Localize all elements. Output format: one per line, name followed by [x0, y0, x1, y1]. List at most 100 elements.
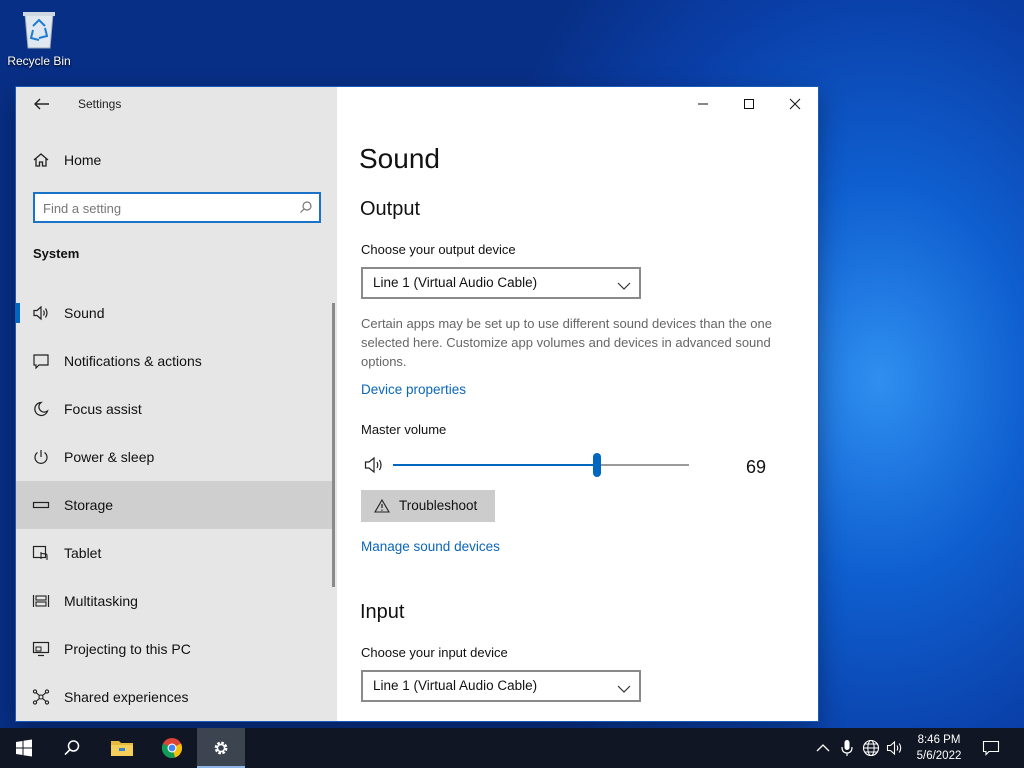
taskbar-clock[interactable]: 8:46 PM 5/6/2022	[912, 732, 966, 764]
maximize-icon	[744, 99, 754, 109]
tablet-icon	[32, 545, 50, 561]
sidebar-item-home[interactable]: Home	[16, 145, 337, 175]
network-tray-button[interactable]	[862, 739, 880, 757]
warning-icon	[374, 498, 390, 518]
moon-icon	[32, 401, 50, 417]
shared-experiences-icon	[32, 689, 50, 705]
projecting-icon	[32, 641, 50, 657]
sidebar-item-label: Multitasking	[64, 593, 138, 609]
storage-icon	[32, 497, 50, 513]
sidebar-item-label: Power & sleep	[64, 449, 155, 465]
volume-value: 69	[746, 457, 767, 477]
volume-tray-button[interactable]	[886, 739, 904, 757]
chevron-down-icon	[617, 278, 631, 296]
output-heading: Output	[360, 198, 421, 220]
sidebar-item-sound[interactable]: Sound	[16, 289, 335, 337]
home-icon	[32, 151, 50, 174]
search-input[interactable]	[43, 198, 283, 218]
volume-slider-fill	[393, 464, 598, 466]
sidebar-item-focus-assist[interactable]: Focus assist	[16, 385, 335, 433]
show-hidden-icons-button[interactable]	[814, 739, 832, 757]
sidebar-item-storage[interactable]: Storage	[16, 481, 335, 529]
sidebar-item-label: Sound	[64, 305, 105, 321]
settings-window: Settings Home System Sound	[16, 87, 818, 721]
sidebar-item-multitasking[interactable]: Multitasking	[16, 577, 335, 625]
speaker-icon	[32, 305, 50, 321]
clock-time: 8:46 PM	[917, 734, 961, 746]
sidebar-nav: Sound Notifications & actions Focus assi…	[16, 289, 337, 721]
search-button[interactable]	[48, 728, 96, 768]
microphone-tray-button[interactable]	[838, 739, 856, 757]
chrome-button[interactable]	[148, 728, 196, 768]
windows-logo-icon	[16, 739, 32, 757]
recycle-bin-label: Recycle Bin	[7, 54, 71, 68]
sidebar-item-label: Projecting to this PC	[64, 641, 191, 657]
input-heading: Input	[360, 601, 405, 623]
folder-icon	[111, 741, 133, 756]
close-button[interactable]	[772, 87, 818, 121]
back-arrow-icon	[34, 98, 49, 110]
speaker-icon[interactable]	[364, 455, 386, 480]
gear-icon	[214, 741, 228, 755]
volume-slider[interactable]	[393, 453, 689, 477]
notification-icon	[982, 740, 1000, 756]
settings-sidebar: Settings Home System Sound	[16, 87, 337, 721]
manage-sound-devices-link[interactable]: Manage sound devices	[361, 539, 500, 554]
notification-icon	[32, 353, 50, 370]
close-icon	[789, 98, 801, 110]
multitasking-icon	[32, 593, 50, 609]
clock-date: 5/6/2022	[916, 750, 962, 762]
troubleshoot-label: Troubleshoot	[399, 498, 478, 513]
sidebar-item-projecting[interactable]: Projecting to this PC	[16, 625, 335, 673]
file-explorer-button[interactable]	[98, 728, 146, 768]
globe-icon	[862, 739, 880, 757]
sidebar-item-label: Home	[64, 152, 102, 168]
sidebar-scrollbar[interactable]	[332, 303, 335, 587]
maximize-button[interactable]	[726, 87, 772, 121]
output-device-label: Choose your output device	[361, 242, 516, 257]
action-center-button[interactable]	[982, 739, 1000, 757]
output-description: Certain apps may be set up to use differ…	[361, 316, 772, 369]
input-device-label: Choose your input device	[361, 645, 508, 660]
page-title: Sound	[359, 143, 440, 174]
minimize-button[interactable]	[680, 87, 726, 121]
search-icon	[64, 740, 80, 756]
chevron-down-icon	[617, 681, 631, 699]
volume-slider-thumb[interactable]	[593, 453, 602, 477]
sound-settings-content: Sound Output Choose your output device L…	[337, 87, 818, 721]
search-icon[interactable]	[299, 200, 313, 219]
recycle-bin-icon	[23, 12, 55, 49]
search-box	[33, 192, 321, 223]
sidebar-item-power-sleep[interactable]: Power & sleep	[16, 433, 335, 481]
output-device-dropdown[interactable]: Line 1 (Virtual Audio Cable)	[361, 267, 641, 299]
speaker-icon	[886, 740, 902, 756]
window-controls	[680, 87, 818, 121]
input-device-dropdown[interactable]: Line 1 (Virtual Audio Cable)	[361, 670, 641, 702]
sidebar-item-label: Notifications & actions	[64, 353, 202, 369]
sidebar-item-label: Focus assist	[64, 401, 142, 417]
microphone-icon	[841, 740, 853, 756]
device-properties-link[interactable]: Device properties	[361, 382, 466, 397]
sidebar-item-label: Tablet	[64, 545, 102, 561]
master-volume-label: Master volume	[361, 422, 447, 437]
settings-taskbar-button[interactable]	[197, 728, 245, 768]
master-volume-control: 69	[361, 451, 781, 481]
sidebar-item-tablet[interactable]: Tablet	[16, 529, 335, 577]
sidebar-item-label: Storage	[64, 497, 114, 513]
minimize-icon	[698, 103, 708, 105]
troubleshoot-button[interactable]: Troubleshoot	[361, 490, 495, 522]
title-bar: Settings	[16, 87, 337, 121]
recycle-bin-shortcut[interactable]: Recycle Bin	[4, 6, 74, 68]
sidebar-item-shared-experiences[interactable]: Shared experiences	[16, 673, 335, 721]
sidebar-item-notifications[interactable]: Notifications & actions	[16, 337, 335, 385]
output-device-value: Line 1 (Virtual Audio Cable)	[373, 275, 538, 290]
chevron-up-icon	[816, 744, 830, 752]
input-device-value: Line 1 (Virtual Audio Cable)	[373, 678, 538, 693]
app-title: Settings	[78, 97, 122, 111]
sidebar-item-label: Shared experiences	[64, 689, 189, 705]
chrome-icon	[161, 738, 183, 758]
back-button[interactable]	[30, 93, 52, 115]
taskbar: 8:46 PM 5/6/2022	[0, 728, 1024, 768]
section-label: System	[33, 246, 80, 261]
start-button[interactable]	[0, 728, 48, 768]
